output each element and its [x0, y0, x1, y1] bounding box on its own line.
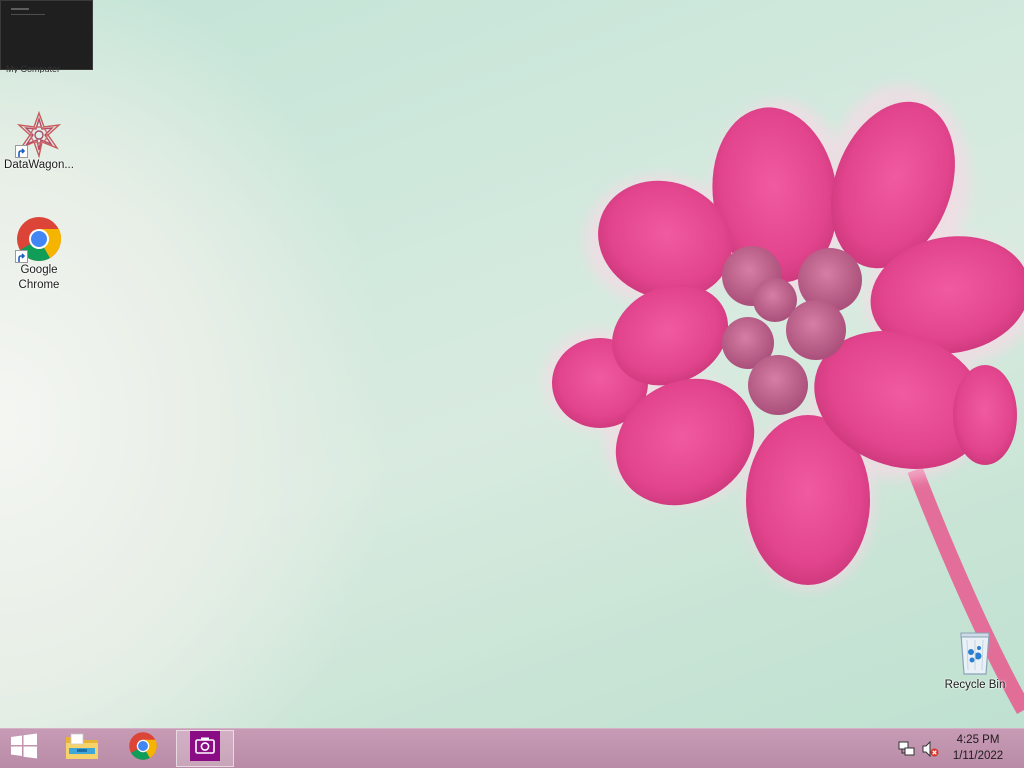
- datawagon-star-icon: [15, 110, 63, 159]
- desktop-icon-label-hidden: My Computer: [6, 64, 61, 73]
- window-thumbnail[interactable]: [0, 0, 93, 70]
- folder-icon: [65, 731, 99, 766]
- start-button[interactable]: [0, 730, 48, 767]
- taskbar: 4:25 PM 1/11/2022: [0, 728, 1024, 768]
- shortcut-arrow-icon: [15, 250, 28, 263]
- desktop-icon-datawagon[interactable]: DataWagon...: [1, 110, 77, 173]
- taskbar-clock[interactable]: 4:25 PM 1/11/2022: [946, 732, 1010, 764]
- desktop-icon-label: DataWagon...: [4, 159, 74, 171]
- clock-date: 1/11/2022: [952, 750, 1004, 762]
- taskbar-chrome[interactable]: [114, 730, 172, 767]
- camera-icon: [190, 731, 220, 766]
- desktop-icon-chrome[interactable]: Google Chrome: [1, 215, 77, 293]
- desktop-icon-label: Recycle Bin: [944, 679, 1006, 691]
- taskbar-camera-app[interactable]: [176, 730, 234, 767]
- recycle-bin-icon: [951, 630, 999, 678]
- shortcut-arrow-icon: [15, 145, 28, 158]
- window-thumbnail-text: [11, 14, 45, 15]
- desktop-icon-recycle-bin[interactable]: Recycle Bin: [937, 630, 1013, 693]
- desktop-icon-label: Google Chrome: [18, 264, 60, 291]
- volume-muted-icon[interactable]: [921, 740, 939, 758]
- flower-wallpaper: [545, 85, 1024, 714]
- desktop[interactable]: My Computer DataWagon... Google Chrome R…: [0, 0, 1024, 728]
- chrome-icon: [15, 215, 63, 263]
- window-thumbnail-title: [11, 8, 29, 10]
- taskbar-file-explorer[interactable]: [53, 730, 111, 767]
- chrome-icon: [128, 731, 158, 766]
- windows-logo-icon: [10, 732, 38, 765]
- clock-time: 4:25 PM: [956, 734, 1000, 746]
- network-icon[interactable]: [898, 740, 916, 758]
